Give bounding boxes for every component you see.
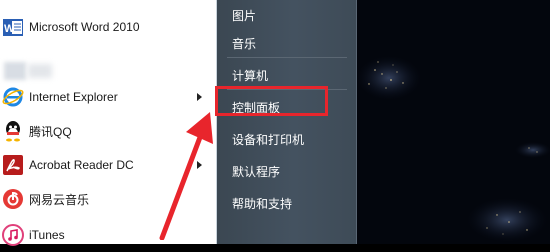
right-menu-item-help-support[interactable]: 帮助和支持	[217, 188, 356, 218]
menu-item-label: 默认程序	[232, 165, 281, 179]
menu-item-label: 帮助和支持	[232, 197, 293, 211]
start-menu-right-pane: 图片 音乐 计算机 控制面板 设备和打印机 默认程序 帮助和支持	[217, 0, 357, 244]
desktop-wallpaper	[357, 0, 550, 244]
program-label: 腾讯QQ	[29, 124, 72, 139]
menu-item-label: 计算机	[232, 69, 269, 83]
right-menu-item-default-programs[interactable]: 默认程序	[217, 156, 356, 186]
menu-item-label: 设备和打印机	[232, 133, 305, 147]
red-arrow-annotation-icon	[159, 112, 213, 240]
menu-separator	[227, 57, 347, 58]
svg-text:W: W	[4, 23, 15, 35]
qq-icon	[2, 120, 24, 142]
program-label: iTunes	[29, 228, 65, 242]
menu-item-label: 图片	[232, 9, 257, 23]
right-menu-item-devices-printers[interactable]: 设备和打印机	[217, 124, 356, 154]
submenu-arrow-icon[interactable]	[197, 93, 202, 101]
right-menu-item-music[interactable]: 音乐	[217, 28, 356, 58]
program-label: Microsoft Word 2010	[29, 20, 140, 34]
menu-item-label: 音乐	[232, 37, 257, 51]
control-panel-highlight-box	[215, 86, 328, 116]
earth-night-wallpaper	[357, 56, 550, 242]
program-label: Internet Explorer	[29, 90, 118, 104]
itunes-icon	[2, 224, 24, 246]
ie-icon	[2, 86, 24, 108]
program-label: 网易云音乐	[29, 192, 90, 207]
program-item-internet-explorer[interactable]: Internet Explorer	[0, 80, 216, 114]
right-menu-item-pictures[interactable]: 图片	[217, 0, 356, 30]
word-icon: W	[2, 16, 24, 38]
acrobat-icon	[2, 154, 24, 176]
program-item-word[interactable]: W Microsoft Word 2010	[0, 10, 216, 44]
program-label: Acrobat Reader DC	[29, 158, 134, 172]
netease-music-icon	[2, 188, 24, 210]
